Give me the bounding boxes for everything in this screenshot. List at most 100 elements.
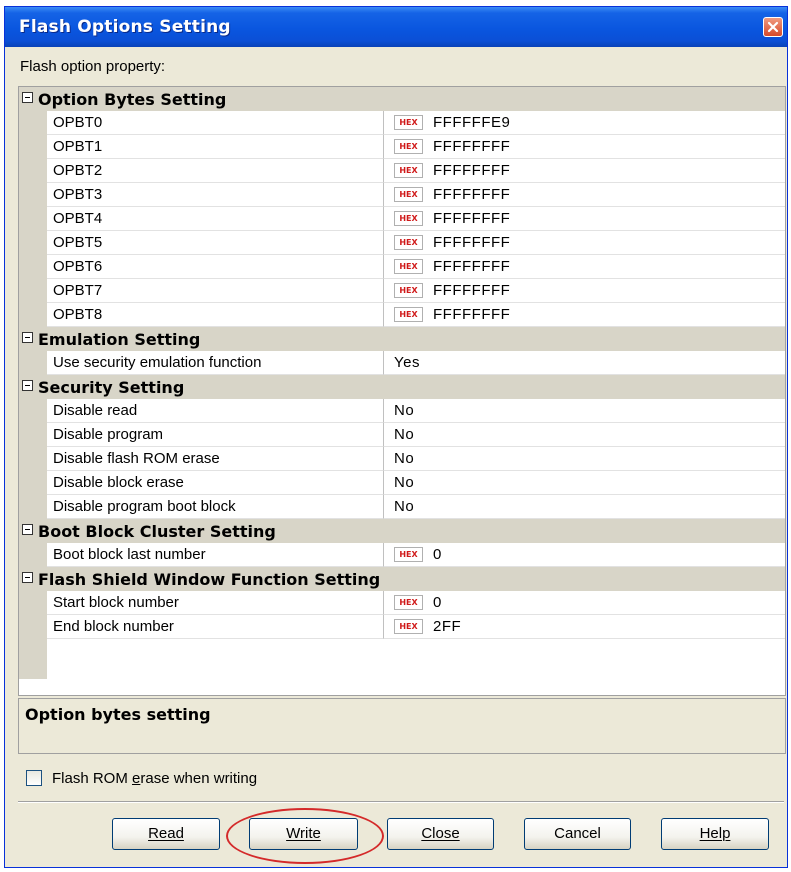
hex-icon: HEX	[394, 163, 423, 178]
property-row[interactable]: OPBT8 HEX FFFFFFFF	[19, 303, 785, 327]
property-label: Flash option property:	[20, 58, 166, 75]
property-value: FFFFFFFF	[433, 258, 511, 275]
category-row[interactable]: Emulation Setting	[19, 327, 785, 351]
close-button[interactable]: Close	[387, 818, 494, 850]
row-gutter	[19, 135, 47, 159]
close-window-button[interactable]	[763, 17, 783, 37]
property-value: No	[394, 402, 415, 419]
property-value-cell[interactable]: HEX FFFFFFFF	[384, 303, 785, 327]
row-gutter	[19, 183, 47, 207]
cancel-button[interactable]: Cancel	[524, 818, 631, 850]
property-value-cell[interactable]: No	[384, 471, 785, 495]
property-value: FFFFFFFF	[433, 186, 511, 203]
category-title: Option Bytes Setting	[38, 90, 227, 109]
hex-icon: HEX	[394, 595, 423, 610]
property-row[interactable]: OPBT4 HEX FFFFFFFF	[19, 207, 785, 231]
property-value: No	[394, 450, 415, 467]
property-value: FFFFFFFF	[433, 306, 511, 323]
property-value-cell[interactable]: Yes	[384, 351, 785, 375]
property-row[interactable]: OPBT7 HEX FFFFFFFF	[19, 279, 785, 303]
property-row[interactable]: OPBT0 HEX FFFFFFE9	[19, 111, 785, 135]
category-row[interactable]: Boot Block Cluster Setting	[19, 519, 785, 543]
hex-icon: HEX	[394, 283, 423, 298]
property-row[interactable]: Boot block last number HEX 0	[19, 543, 785, 567]
property-value-cell[interactable]: HEX 0	[384, 591, 785, 615]
property-value-cell[interactable]: HEX FFFFFFFF	[384, 207, 785, 231]
collapse-icon[interactable]	[22, 92, 33, 103]
checkbox-box[interactable]	[26, 770, 42, 786]
property-row[interactable]: Disable program No	[19, 423, 785, 447]
property-value-cell[interactable]: HEX FFFFFFE9	[384, 111, 785, 135]
collapse-icon[interactable]	[22, 332, 33, 343]
property-value-cell[interactable]: No	[384, 495, 785, 519]
hex-icon: HEX	[394, 187, 423, 202]
property-value-cell[interactable]: HEX FFFFFFFF	[384, 183, 785, 207]
property-value: FFFFFFFF	[433, 138, 511, 155]
row-gutter	[19, 447, 47, 471]
property-row[interactable]: OPBT5 HEX FFFFFFFF	[19, 231, 785, 255]
property-value-cell[interactable]: HEX FFFFFFFF	[384, 279, 785, 303]
property-value: FFFFFFFF	[433, 162, 511, 179]
row-gutter	[19, 543, 47, 567]
property-value: Yes	[394, 354, 420, 371]
property-value: 0	[433, 546, 442, 563]
row-gutter	[19, 351, 47, 375]
category-row[interactable]: Option Bytes Setting	[19, 87, 785, 111]
property-value-cell[interactable]: HEX 0	[384, 543, 785, 567]
hex-icon: HEX	[394, 547, 423, 562]
erase-when-writing-checkbox[interactable]: Flash ROM erase when writing	[26, 768, 257, 788]
row-gutter	[19, 591, 47, 615]
checkbox-label: Flash ROM erase when writing	[52, 769, 258, 787]
write-highlight-ring	[226, 808, 384, 864]
property-row[interactable]: Use security emulation function Yes	[19, 351, 785, 375]
property-value-cell[interactable]: No	[384, 399, 785, 423]
property-row[interactable]: OPBT6 HEX FFFFFFFF	[19, 255, 785, 279]
row-gutter	[19, 279, 47, 303]
property-name: Disable read	[47, 399, 384, 423]
category-row[interactable]: Flash Shield Window Function Setting	[19, 567, 785, 591]
property-value: No	[394, 474, 415, 491]
property-value: FFFFFFFF	[433, 234, 511, 251]
property-row[interactable]: Disable flash ROM erase No	[19, 447, 785, 471]
category-row[interactable]: Security Setting	[19, 375, 785, 399]
row-gutter	[19, 471, 47, 495]
property-name: OPBT6	[47, 255, 384, 279]
property-row[interactable]: End block number HEX 2FF	[19, 615, 785, 639]
row-gutter	[19, 207, 47, 231]
hex-icon: HEX	[394, 235, 423, 250]
help-button[interactable]: Help	[661, 818, 769, 850]
property-row[interactable]: Disable block erase No	[19, 471, 785, 495]
read-button[interactable]: Read	[112, 818, 220, 850]
property-name: OPBT0	[47, 111, 384, 135]
property-grid[interactable]: Option Bytes Setting OPBT0 HEX FFFFFFE9 OPBT…	[18, 86, 786, 696]
property-value-cell[interactable]: No	[384, 447, 785, 471]
property-value: FFFFFFFF	[433, 282, 511, 299]
property-row[interactable]: OPBT2 HEX FFFFFFFF	[19, 159, 785, 183]
row-gutter	[19, 255, 47, 279]
property-name: Disable flash ROM erase	[47, 447, 384, 471]
category-title: Flash Shield Window Function Setting	[38, 570, 381, 589]
property-row[interactable]: Disable read No	[19, 399, 785, 423]
row-gutter	[19, 615, 47, 639]
category-title: Security Setting	[38, 378, 185, 397]
property-row[interactable]: OPBT1 HEX FFFFFFFF	[19, 135, 785, 159]
property-value-cell[interactable]: HEX FFFFFFFF	[384, 231, 785, 255]
dialog-title: Flash Options Setting	[19, 17, 231, 37]
property-name: OPBT1	[47, 135, 384, 159]
property-value-cell[interactable]: HEX FFFFFFFF	[384, 159, 785, 183]
property-value-cell[interactable]: HEX 2FF	[384, 615, 785, 639]
collapse-icon[interactable]	[22, 524, 33, 535]
property-row[interactable]: Disable program boot block No	[19, 495, 785, 519]
property-name: OPBT7	[47, 279, 384, 303]
title-bar: Flash Options Setting	[5, 7, 787, 47]
property-name: Disable block erase	[47, 471, 384, 495]
collapse-icon[interactable]	[22, 572, 33, 583]
row-gutter	[19, 159, 47, 183]
row-gutter	[19, 495, 47, 519]
property-value-cell[interactable]: HEX FFFFFFFF	[384, 255, 785, 279]
collapse-icon[interactable]	[22, 380, 33, 391]
property-value-cell[interactable]: HEX FFFFFFFF	[384, 135, 785, 159]
property-value-cell[interactable]: No	[384, 423, 785, 447]
property-row[interactable]: OPBT3 HEX FFFFFFFF	[19, 183, 785, 207]
property-row[interactable]: Start block number HEX 0	[19, 591, 785, 615]
